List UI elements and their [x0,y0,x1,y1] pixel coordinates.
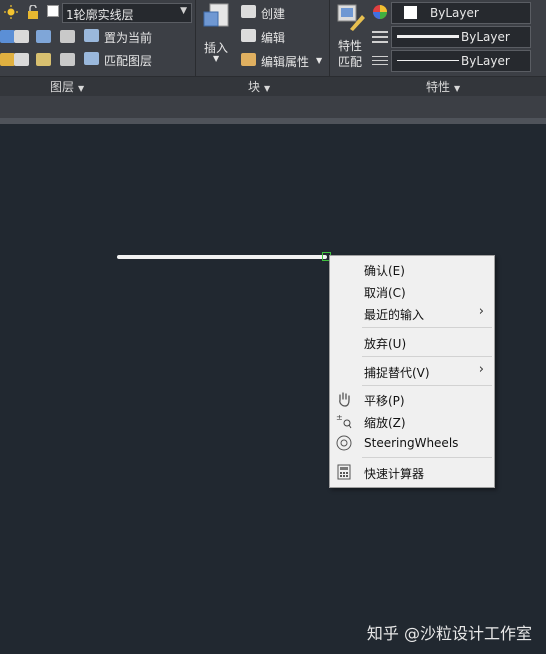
zoom-icon: ± [336,413,352,429]
chevron-down-icon[interactable]: ▼ [316,56,322,65]
match-layer-button[interactable]: 匹配图层 [104,52,152,69]
pan-hand-icon [336,391,352,407]
color-swatch [404,6,417,19]
match-properties-button[interactable]: 特性 匹配 [338,38,366,70]
color-combo-value: ByLayer [430,6,479,20]
menu-item-label: 放弃(U) [364,337,407,351]
layer-color-swatch[interactable] [47,5,59,17]
layer-tool-icon[interactable] [60,53,75,66]
menu-separator [362,356,492,357]
chevron-down-icon: ▼ [264,84,271,93]
menu-separator [362,457,492,458]
watermark: 知乎 @沙粒设计工作室 [366,624,532,643]
layer-tool-icon[interactable] [36,53,51,66]
layer-combo-value: 1轮廓实线层 [66,8,134,22]
lineweight-icon[interactable] [372,53,388,67]
ribbon-gap [0,96,546,118]
color-wheel-icon[interactable] [372,4,388,20]
properties-panel-title[interactable]: 特性 ▼ [426,78,460,95]
menu-item-label: 最近的输入 [364,308,425,322]
chevron-down-icon: ▼ [78,84,85,93]
layer-tool-icon[interactable] [60,30,75,43]
menu-item-undo[interactable]: 放弃(U) [330,332,494,352]
menu-item-label: 确认(E) [364,264,405,278]
menu-item-recent-input[interactable]: 最近的输入 › [330,303,494,323]
edit-attributes-icon [241,53,256,66]
color-combo[interactable]: ByLayer [391,2,531,24]
menu-item-pan[interactable]: 平移(P) [330,389,494,409]
menu-item-label: 捕捉替代(V) [364,366,430,380]
layers-panel-title-text: 图层 [50,80,75,94]
block-panel-title[interactable]: 块 ▼ [248,78,270,95]
svg-text:±: ± [336,413,343,422]
layer-tool-icon[interactable] [0,53,15,66]
layers-panel-title[interactable]: 图层 ▼ [50,78,84,95]
menu-item-confirm[interactable]: 确认(E) [330,259,494,279]
menu-item-quickcalc[interactable]: 快速计算器 [330,462,494,482]
set-current-button[interactable]: 置为当前 [104,29,152,46]
linetype-combo[interactable]: ByLayer [391,26,531,48]
set-current-icon [84,29,99,42]
layer-tool-icon[interactable] [14,30,29,43]
menu-separator [362,385,492,386]
menu-item-zoom[interactable]: ± 缩放(Z) [330,411,494,431]
sun-icon[interactable] [4,4,18,19]
layer-combo[interactable]: 1轮廓实线层 ▼ [62,3,192,23]
edit-block-button[interactable]: 编辑 [261,29,285,46]
lineweight-combo[interactable]: ByLayer [391,50,531,72]
steeringwheels-icon [336,435,352,451]
menu-item-snap-overrides[interactable]: 捕捉替代(V) › [330,361,494,381]
chevron-down-icon: ▼ [454,84,461,93]
menu-item-steeringwheels[interactable]: SteeringWheels [330,433,494,453]
layer-tool-icon[interactable] [14,53,29,66]
match-properties-icon[interactable] [336,3,366,33]
linetype-preview [397,35,459,38]
linetype-combo-value: ByLayer [461,30,510,44]
menu-item-label: 缩放(Z) [364,416,406,430]
chevron-right-icon: › [478,304,484,319]
menu-item-label: 快速计算器 [364,467,425,481]
edit-attributes-button[interactable]: 编辑属性 [261,53,309,70]
properties-panel-title-text: 特性 [426,80,451,94]
unlock-icon[interactable] [26,4,40,19]
block-panel-title-text: 块 [248,80,261,94]
context-menu: 确认(E) 取消(C) 最近的输入 › 放弃(U) 捕捉替代(V) › 平移(P… [329,255,495,488]
menu-item-cancel[interactable]: 取消(C) [330,281,494,301]
line-entity[interactable] [117,255,327,259]
linetype-icon[interactable] [372,29,388,43]
chevron-down-icon: ▼ [180,6,187,16]
menu-separator [362,327,492,328]
lineweight-preview [397,60,459,61]
menu-item-label: 平移(P) [364,394,405,408]
calculator-icon [336,464,352,480]
layer-tool-icon[interactable] [36,30,51,43]
menu-item-label: SteeringWheels [364,436,459,450]
menu-item-label: 取消(C) [364,286,406,300]
chevron-right-icon: › [478,362,484,377]
create-block-button[interactable]: 创建 [261,5,285,22]
layer-tool-icon[interactable] [0,30,15,43]
lineweight-combo-value: ByLayer [461,54,510,68]
edit-block-icon [241,29,256,42]
match-layer-icon [84,52,99,65]
chevron-down-icon[interactable]: ▼ [213,54,219,63]
create-block-icon [241,5,256,18]
insert-block-icon[interactable] [202,2,232,32]
